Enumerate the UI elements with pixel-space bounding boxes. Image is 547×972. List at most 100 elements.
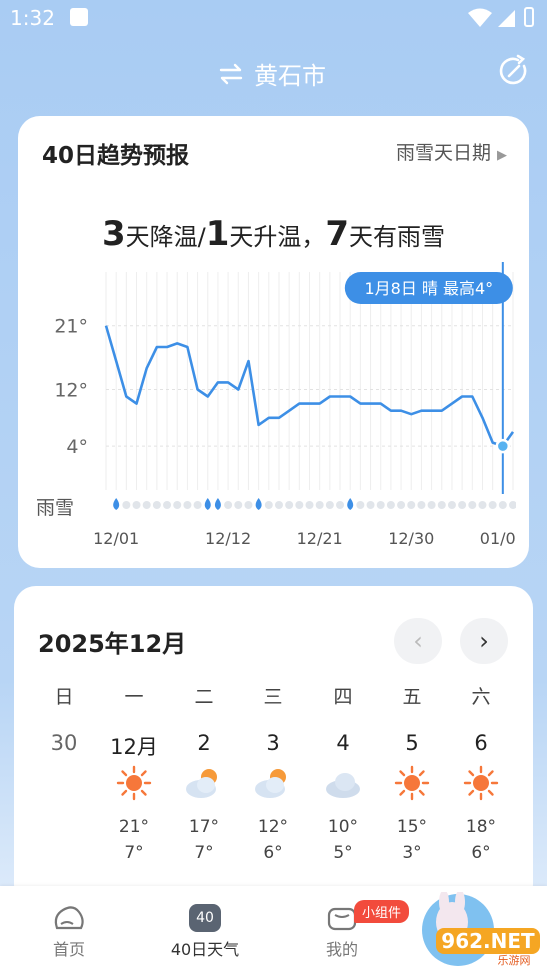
sun-icon xyxy=(377,765,447,809)
chart-x-tick-label: 12/21 xyxy=(297,529,343,548)
weekday-label: 日 xyxy=(54,686,74,708)
dry-day-marker xyxy=(407,501,416,509)
day-low-temp: 6° xyxy=(471,843,491,863)
refresh-icon[interactable] xyxy=(496,54,530,88)
wifi-icon xyxy=(468,8,492,27)
rain-day-marker xyxy=(113,498,120,510)
dry-day-marker xyxy=(478,501,487,509)
calendar-date: 30 xyxy=(50,731,78,755)
day-low-temp: 7° xyxy=(124,843,144,863)
day-high-temp: 21° xyxy=(118,817,150,837)
city-selector[interactable]: 黄石市 xyxy=(218,56,326,91)
dry-day-marker xyxy=(458,501,467,509)
highlight-point xyxy=(495,438,511,454)
city-name: 黄石市 xyxy=(254,62,326,90)
swap-icon xyxy=(219,63,243,84)
dry-day-marker xyxy=(193,501,202,509)
chart-x-tick-label: 12/01 xyxy=(93,529,139,548)
day-low-temp: 5° xyxy=(333,843,353,863)
weekday-label: 二 xyxy=(194,686,214,708)
rain-day-marker xyxy=(214,498,221,510)
partly-cloudy-icon xyxy=(238,765,308,809)
dry-day-marker xyxy=(336,501,345,509)
day-low-temp: 7° xyxy=(194,843,214,863)
chart-x-tick-label: 12/30 xyxy=(388,529,434,548)
dry-day-marker xyxy=(397,501,406,509)
calendar-date: 5 xyxy=(405,731,419,755)
day-high-temp: 12° xyxy=(257,817,289,837)
dry-day-marker xyxy=(386,501,395,509)
dry-day-marker xyxy=(366,501,375,509)
weekday-label: 三 xyxy=(263,686,283,708)
day-high-temp: 17° xyxy=(188,817,220,837)
signal-icon xyxy=(498,10,515,27)
calendar-day[interactable]: 五 5 15° 3° xyxy=(377,682,447,863)
dry-day-marker xyxy=(244,501,253,509)
dry-day-marker xyxy=(264,501,273,509)
dry-day-marker xyxy=(163,501,172,509)
cloud-icon xyxy=(308,765,378,809)
rain-day-marker xyxy=(347,498,354,510)
calendar-month-title: 2025年12月 xyxy=(38,630,187,658)
dry-day-marker xyxy=(417,501,426,509)
temperature-trend-chart[interactable]: 21° 12° 4° 1月8日 晴 最高4° 雨雪 12/01 12/12 12/21 12/3… xyxy=(36,232,516,552)
dry-day-marker xyxy=(325,501,334,509)
calendar-day[interactable]: 四 4 10° 5° xyxy=(308,682,378,863)
sun-icon xyxy=(446,765,516,809)
status-time: 1:32 xyxy=(10,6,55,30)
calendar-date: 3 xyxy=(266,731,280,755)
calendar-day[interactable]: 一 12月 21° 7° xyxy=(99,682,169,863)
day-high-temp: 18° xyxy=(465,817,497,837)
partly-cloudy-icon xyxy=(169,765,239,809)
dry-day-marker xyxy=(274,501,283,509)
weekday-label: 一 xyxy=(124,686,144,708)
dry-day-marker xyxy=(498,501,507,509)
chevron-left-icon: ‹ xyxy=(413,627,423,655)
rain-snow-dates-link[interactable]: 雨雪天日期 ▶ xyxy=(396,138,507,165)
calendar-day[interactable]: 二 2 17° 7° xyxy=(169,682,239,863)
battery-icon xyxy=(524,7,534,27)
watermark-text: 962.NET xyxy=(441,929,535,953)
weekday-label: 四 xyxy=(333,686,353,708)
chevron-right-icon: ▶ xyxy=(497,148,507,163)
chart-y-tick-label: 4° xyxy=(66,436,88,458)
calendar-day[interactable]: 六 6 18° 6° xyxy=(446,682,516,863)
day-low-temp: 6° xyxy=(263,843,283,863)
dry-day-marker xyxy=(234,501,243,509)
dry-day-marker xyxy=(173,501,182,509)
header: 黄石市 xyxy=(0,50,547,94)
tab-40day[interactable]: 40 40日天气 xyxy=(155,900,255,960)
rain-snow-row-label: 雨雪 xyxy=(36,497,74,519)
rain-day-marker xyxy=(204,498,211,510)
tab-home[interactable]: 首页 xyxy=(19,900,119,960)
dry-day-marker xyxy=(183,501,192,509)
calendar-date: 12月 xyxy=(110,735,158,759)
calendar-day[interactable]: 三 3 12° 6° xyxy=(238,682,308,863)
dry-day-marker xyxy=(468,501,477,509)
day-high-temp: 10° xyxy=(327,817,359,837)
calendar-card: 2025年12月 ‹ › 日 30 一 12月 21° 7° 二 2 17° 7° 三 3 12° 6° 四… xyxy=(14,586,533,906)
tab-40day-label: 40日天气 xyxy=(170,940,240,959)
day-high-temp: 15° xyxy=(396,817,428,837)
calendar-date: 2 xyxy=(197,731,211,755)
rain-snow-dates-label: 雨雪天日期 xyxy=(395,142,491,164)
chevron-right-icon: › xyxy=(479,627,489,655)
chart-x-tick-label: 01/09 xyxy=(480,529,516,548)
prev-month-button[interactable]: ‹ xyxy=(394,618,442,664)
sun-icon xyxy=(99,765,169,809)
dry-day-marker xyxy=(356,501,365,509)
next-month-button[interactable]: › xyxy=(460,618,508,664)
dry-day-marker xyxy=(285,501,294,509)
dry-day-marker xyxy=(142,501,151,509)
calendar-40-icon: 40 xyxy=(189,904,221,932)
dry-day-marker xyxy=(437,501,446,509)
day-low-temp: 3° xyxy=(402,843,422,863)
calendar-day[interactable]: 日 30 xyxy=(29,682,99,817)
empty-weather-icon xyxy=(29,765,99,809)
dry-day-marker xyxy=(447,501,456,509)
widget-badge[interactable]: 小组件 xyxy=(354,900,410,923)
dry-day-marker xyxy=(295,501,304,509)
dry-day-marker xyxy=(427,501,436,509)
tooltip-text: 1月8日 晴 最高4° xyxy=(364,279,493,298)
notification-icon xyxy=(70,8,88,26)
